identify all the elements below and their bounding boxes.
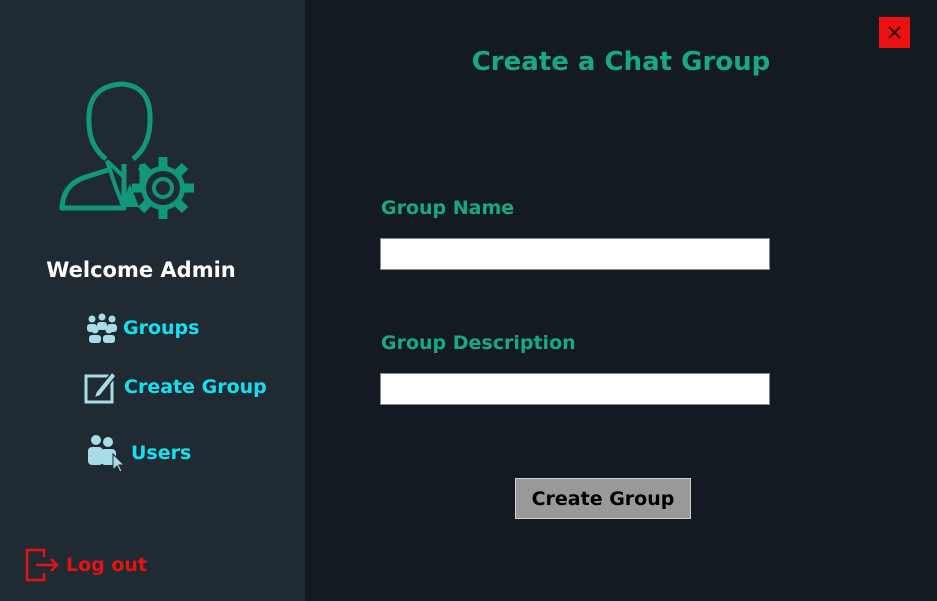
nav-users-label: Users: [131, 442, 192, 464]
group-name-input[interactable]: [380, 238, 770, 270]
nav-users[interactable]: Users: [86, 434, 191, 472]
group-description-input[interactable]: [380, 373, 770, 405]
admin-user-gear-icon: [59, 81, 194, 219]
create-group-button[interactable]: Create Group: [515, 478, 691, 519]
logout-label: Log out: [66, 554, 148, 576]
close-icon: [888, 26, 901, 39]
sidebar: Welcome Admin Groups Create Group Users …: [0, 0, 305, 601]
nav-groups[interactable]: Groups: [85, 313, 199, 343]
group-name-label: Group Name: [381, 197, 515, 219]
group-description-label: Group Description: [381, 332, 576, 354]
logout-icon: [25, 548, 59, 582]
nav-groups-label: Groups: [123, 317, 200, 339]
logout-button[interactable]: Log out: [24, 547, 147, 583]
page-title: Create a Chat Group: [471, 47, 771, 77]
users-icon: [88, 435, 124, 472]
create-edit-icon: [84, 370, 118, 404]
nav-create-group-label: Create Group: [124, 376, 267, 398]
nav-create-group[interactable]: Create Group: [84, 370, 267, 404]
groups-icon: [87, 313, 117, 343]
welcome-text: Welcome Admin: [46, 258, 236, 282]
close-button[interactable]: [879, 17, 910, 48]
